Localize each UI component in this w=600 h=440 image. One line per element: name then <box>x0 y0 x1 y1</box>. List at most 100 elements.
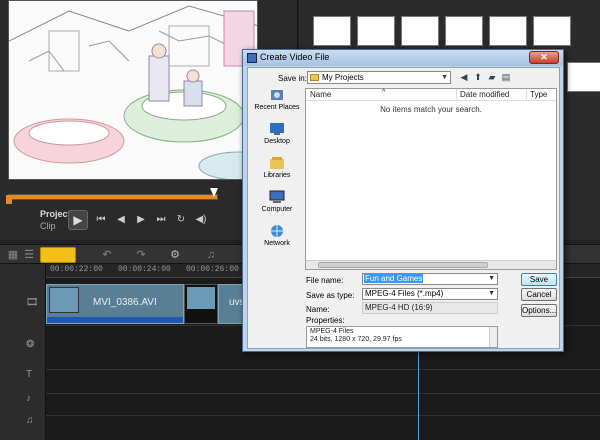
title-track-icon[interactable]: T <box>26 368 42 382</box>
play-button[interactable]: ▶ <box>68 210 88 230</box>
home-icon[interactable]: ⏮ <box>94 213 108 227</box>
transport-controls: ▶ ⏮ ◀ ▶ ⏭ ↻ ◀) <box>68 210 208 230</box>
video-clip[interactable]: MVI_0386.AVI <box>46 284 184 324</box>
place-libraries[interactable]: Libraries <box>250 156 304 179</box>
library-thumbnail[interactable] <box>533 16 571 46</box>
nav-toolbar: ◀ ⬆ ▰ ▤ <box>458 71 512 83</box>
save-as-type-label: Save as type: <box>306 291 355 300</box>
save-button[interactable]: Save <box>521 273 557 286</box>
track-headers: 🎞 ❂ T ♪ ♫ <box>0 264 46 440</box>
mode-project-label[interactable]: Project <box>40 209 71 219</box>
file-list[interactable]: Name ^ Date modified Type No items match… <box>305 88 557 270</box>
column-headers: Name ^ Date modified Type <box>306 89 556 101</box>
storyboard-view-icon[interactable]: ▦ <box>6 248 20 262</box>
timeline-view-icon[interactable]: ☰ <box>22 248 36 262</box>
video-track-icon[interactable]: 🎞 <box>26 296 42 310</box>
library-thumbnail[interactable] <box>401 16 439 46</box>
library-thumbnail[interactable] <box>357 16 395 46</box>
close-button[interactable]: ✕ <box>529 51 559 64</box>
place-label: Network <box>264 240 290 247</box>
chevron-down-icon[interactable]: ▼ <box>488 274 495 284</box>
libraries-icon <box>270 157 284 169</box>
scrub-bar[interactable] <box>8 194 218 200</box>
recent-places-icon <box>271 90 283 100</box>
column-header-date-modified[interactable]: Date modified <box>460 90 509 99</box>
folder-icon <box>310 74 319 81</box>
create-video-file-dialog: Create Video File ✕ Save in: My Projects… <box>242 49 564 352</box>
place-recent-places[interactable]: Recent Places <box>250 88 304 111</box>
redo-icon[interactable]: ↷ <box>134 248 148 262</box>
column-header-type[interactable]: Type <box>530 90 547 99</box>
view-menu-icon[interactable]: ▤ <box>500 71 512 83</box>
empty-message: No items match your search. <box>380 105 482 114</box>
properties-box: MPEG-4 Files 24 bits, 1280 x 720, 29.97 … <box>306 326 498 348</box>
file-name-input[interactable]: Fun and Games ▼ <box>362 273 498 285</box>
place-computer[interactable]: Computer <box>250 190 304 213</box>
place-label: Recent Places <box>254 104 300 111</box>
undo-icon[interactable]: ↶ <box>100 248 114 262</box>
place-network[interactable]: Network <box>250 224 304 247</box>
chevron-down-icon: ▼ <box>488 290 495 297</box>
volume-icon[interactable]: ◀) <box>194 213 208 227</box>
place-label: Desktop <box>264 138 290 145</box>
next-frame-icon[interactable]: ▶ <box>134 213 148 227</box>
place-desktop[interactable]: Desktop <box>250 122 304 145</box>
clip-label: MVI_0386.AVI <box>93 297 157 308</box>
library-thumbnail[interactable] <box>313 16 351 46</box>
scrollbar-thumb[interactable] <box>318 262 488 268</box>
dialog-title: Create Video File <box>260 52 330 62</box>
cancel-button[interactable]: Cancel <box>521 288 557 301</box>
title-track-row <box>46 370 600 394</box>
places-bar: Recent Places Desktop Libraries Computer… <box>250 88 304 280</box>
record-capture-icon[interactable]: ⚙ <box>168 248 182 262</box>
new-folder-icon[interactable]: ▰ <box>486 71 498 83</box>
network-icon <box>271 225 283 237</box>
sound-mixer-icon[interactable]: ♫ <box>204 248 218 262</box>
preview-image <box>8 0 258 180</box>
repeat-icon[interactable]: ↻ <box>174 213 188 227</box>
column-divider[interactable] <box>526 89 527 101</box>
previous-frame-icon[interactable]: ◀ <box>114 213 128 227</box>
chevron-down-icon: ▼ <box>441 74 448 81</box>
video-clip[interactable] <box>184 284 218 324</box>
profile-name-value: MPEG-4 HD (16:9) <box>362 302 498 314</box>
save-in-value: My Projects <box>322 73 364 82</box>
overlay-track-icon[interactable]: ❂ <box>26 338 42 352</box>
file-name-value: Fun and Games <box>364 274 424 283</box>
dialog-titlebar[interactable]: Create Video File ✕ <box>243 50 563 66</box>
save-in-dropdown[interactable]: My Projects ▼ <box>307 71 451 84</box>
file-name-label: File name: <box>306 276 344 285</box>
voice-track-row <box>46 394 600 416</box>
properties-scrollbar[interactable] <box>489 327 497 347</box>
mode-clip-label[interactable]: Clip <box>40 221 56 231</box>
library-thumbnail[interactable] <box>489 16 527 46</box>
horizontal-scrollbar[interactable] <box>306 260 556 269</box>
back-icon[interactable]: ◀ <box>458 71 470 83</box>
trim-in-marker[interactable] <box>6 195 12 204</box>
save-as-type-dropdown[interactable]: MPEG-4 Files (*.mp4) ▼ <box>362 288 498 300</box>
ruler-label: 00:00:26:00 <box>186 265 239 274</box>
name-label: Name: <box>306 305 330 314</box>
property-line: MPEG-4 Files <box>310 328 354 335</box>
computer-icon <box>269 190 285 203</box>
voice-track-icon[interactable]: ♪ <box>26 392 42 406</box>
column-divider[interactable] <box>456 89 457 101</box>
ruler-label: 00:00:22:00 <box>50 265 103 274</box>
scrub-fill <box>9 195 217 199</box>
options-button[interactable]: Options... <box>521 304 557 317</box>
up-folder-icon[interactable]: ⬆ <box>472 71 484 83</box>
desktop-icon <box>270 123 284 135</box>
ruler-label: 00:00:24:00 <box>118 265 171 274</box>
column-header-name[interactable]: Name <box>310 90 331 99</box>
save-in-label: Save in: <box>278 74 307 83</box>
library-thumbnail[interactable] <box>567 62 600 92</box>
app-icon <box>247 53 257 63</box>
clip-thumbnail <box>187 287 215 309</box>
timeline-mode-button[interactable] <box>40 247 76 263</box>
clip-audio-bar <box>47 317 183 323</box>
library-thumbnail[interactable] <box>445 16 483 46</box>
end-icon[interactable]: ⏭ <box>154 213 168 227</box>
property-line: 24 bits, 1280 x 720, 29.97 fps <box>310 336 402 343</box>
music-track-icon[interactable]: ♫ <box>26 414 42 428</box>
clip-thumbnail <box>49 287 79 313</box>
